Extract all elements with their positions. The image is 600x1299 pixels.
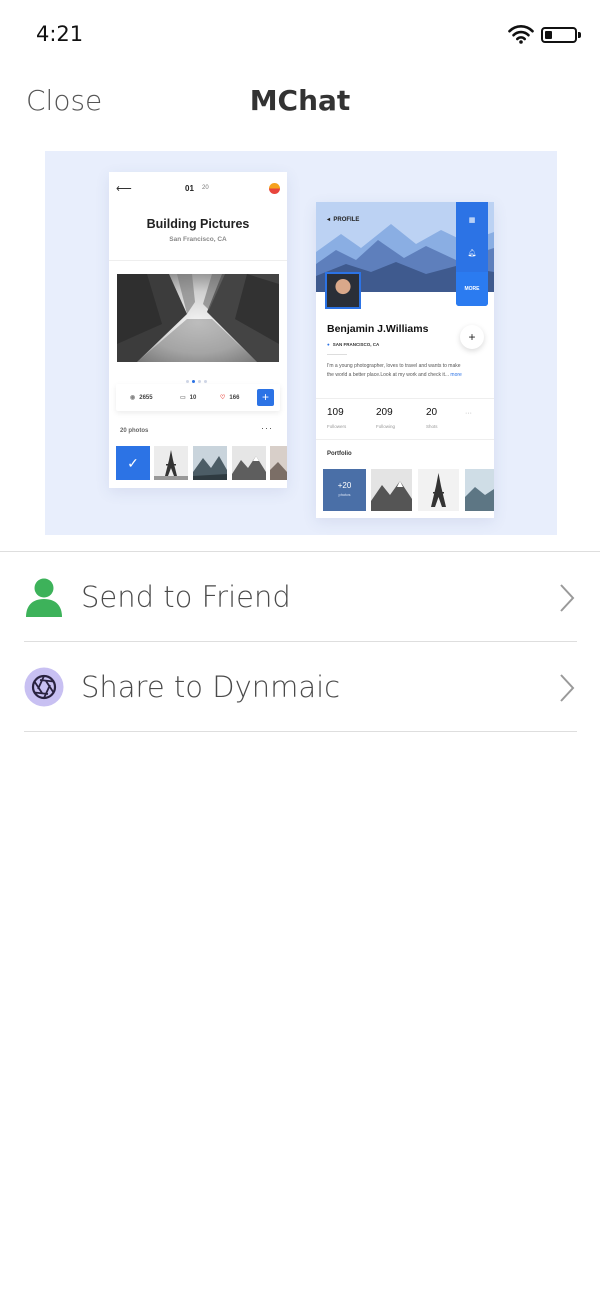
views-stat: ◉2655 [130,394,153,401]
share-to-dynamic-label: Share to Dynmaic [81,670,340,704]
followers-count: 109 [327,407,344,418]
bell-icon: 🔔︎ [456,249,488,257]
eiffel-tower-thumbnail [418,469,459,511]
battery-nub [578,32,581,38]
buildings-photo [117,274,279,362]
more-icon: ··· [465,410,472,417]
profile-location: ●SAN FRANCISCO, CA [327,342,379,347]
divider [24,731,577,732]
divider [327,354,347,355]
stats-bar: ◉2655 ▭10 ♡166 + [116,384,280,411]
card-title: Building Pictures [109,217,287,231]
eiffel-tower-thumbnail [154,446,188,480]
mountain-thumbnail [193,446,227,480]
avatar [325,272,361,309]
photos-count: 20 photos [120,428,148,434]
divider [0,551,600,552]
more-icon: ··· [261,423,273,433]
check-icon: ✓ [127,455,139,471]
comments-stat: ▭10 [180,394,196,401]
share-preview-image: ⟵ 01 20 Building Pictures San Francisco,… [45,151,557,535]
add-icon: + [257,389,274,406]
arrow-left-icon: ⟵ [116,182,132,195]
add-icon: + [460,325,484,349]
mountain-thumbnail [371,469,412,511]
divider [24,641,577,642]
share-to-dynamic-row[interactable]: Share to Dynmaic [24,643,577,732]
card-subtitle: San Francisco, CA [109,236,287,243]
heart-icon: ♡ [220,395,225,401]
wifi-icon [508,24,534,44]
app-logo-icon [269,183,280,194]
side-menu: ▦ 🔔︎ MORE [456,202,488,306]
shots-count: 20 [426,407,437,418]
comment-icon: ▭ [180,395,186,401]
likes-stat: ♡166 [220,394,239,401]
battery-level [545,31,552,39]
following-count: 209 [376,407,393,418]
more-menu-item: MORE [456,272,488,306]
divider [109,260,287,261]
preview-card-profile: ◂ PROFILE ▦ 🔔︎ MORE Benjamin J.Williams … [316,202,494,518]
profile-back: ◂ PROFILE [327,216,359,223]
page-total: 20 [202,185,209,191]
lake-thumbnail [465,469,494,511]
followers-label: Followers [327,424,346,429]
eye-icon: ◉ [130,395,135,401]
preview-card-building-pictures: ⟵ 01 20 Building Pictures San Francisco,… [109,172,287,488]
chevron-right-icon [559,583,575,613]
battery-icon [541,27,577,43]
selected-thumbnail: ✓ [116,446,150,480]
status-bar: 4:21 [0,0,600,70]
partial-thumbnail [270,446,287,480]
snowy-mountain-thumbnail [232,446,266,480]
profile-name: Benjamin J.Williams [327,323,428,335]
send-to-friend-row[interactable]: Send to Friend [24,553,577,642]
status-time: 4:21 [36,22,83,46]
shots-label: Shots [426,424,438,429]
portfolio-label: Portfolio [327,451,352,457]
person-icon [24,577,64,617]
divider [316,439,494,440]
profile-bio: I'm a young photographer, loves to trave… [327,362,462,380]
page-current: 01 [185,184,194,193]
chevron-right-icon [559,673,575,703]
divider [316,398,494,399]
more-photos-tile: +20 photos [323,469,366,511]
shutter-icon [24,667,64,707]
pin-icon: ● [327,342,330,347]
close-button[interactable]: Close [26,84,102,117]
send-to-friend-label: Send to Friend [81,580,291,614]
following-label: Following [376,424,395,429]
grid-icon: ▦ [456,216,488,224]
